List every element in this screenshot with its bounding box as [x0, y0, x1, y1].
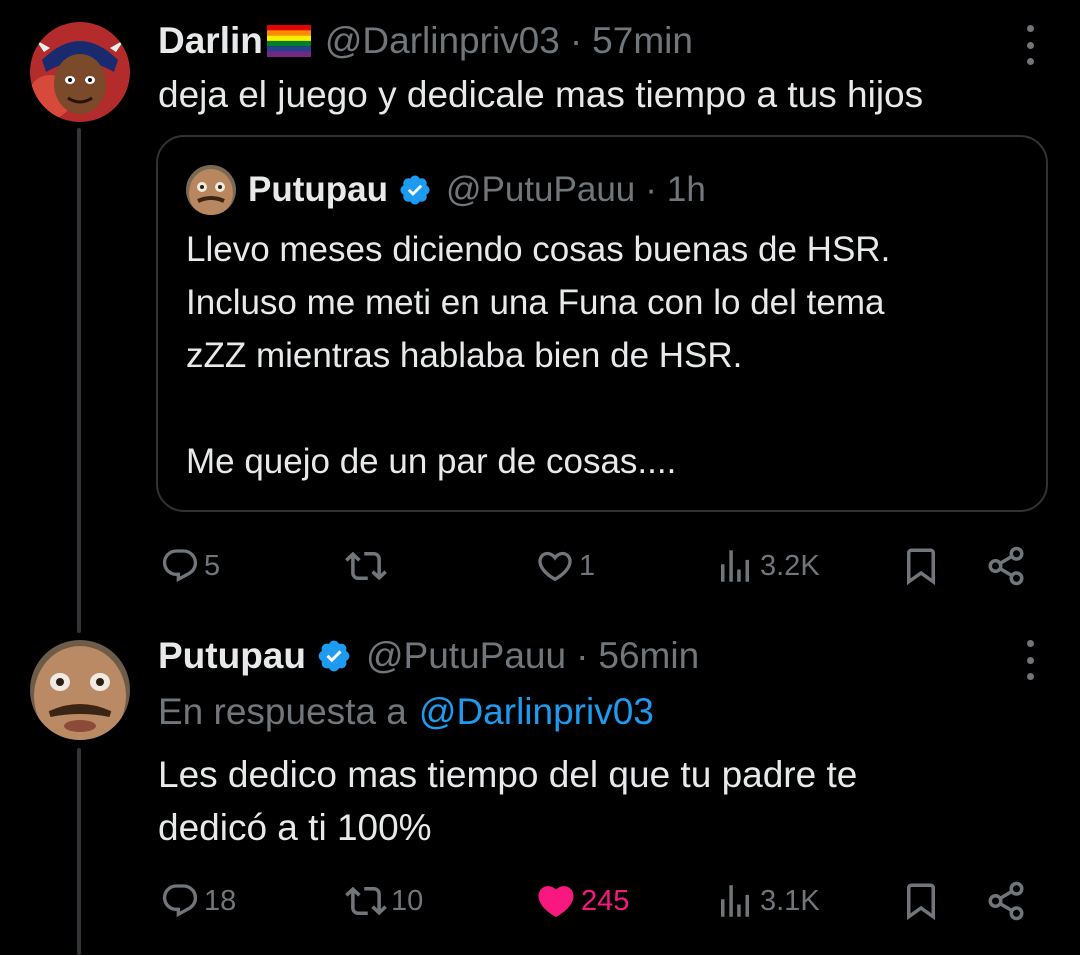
avatar-putupau[interactable] — [30, 640, 130, 740]
timestamp[interactable]: 56min — [598, 635, 699, 677]
more-icon[interactable] — [1020, 640, 1040, 680]
bookmark-icon — [907, 883, 935, 921]
reply-to-line: En respuesta a @Darlinpriv03 — [158, 688, 654, 736]
tweet-2-header: Putupau @PutuPauu · 56min — [158, 632, 699, 680]
rainbow-flag-icon — [266, 25, 311, 57]
reply-count: 5 — [204, 549, 221, 582]
like-count: 245 — [581, 884, 630, 917]
more-icon[interactable] — [1020, 25, 1040, 65]
share-button[interactable] — [985, 879, 1027, 923]
separator-dot: · — [576, 635, 589, 676]
verified-badge-icon — [316, 638, 352, 674]
heart-icon-filled — [538, 886, 574, 918]
timestamp[interactable]: 57min — [592, 20, 693, 62]
author-handle[interactable]: @Darlinpriv03 — [325, 20, 560, 62]
heart-icon — [538, 551, 572, 582]
thread-line-1 — [77, 128, 81, 633]
avatar-darlin[interactable] — [30, 22, 130, 122]
repost-button[interactable]: 10 — [345, 879, 423, 923]
tweet-2-text: Les dedico mas tiempo del que tu padre t… — [158, 754, 858, 848]
separator-dot: · — [645, 170, 657, 209]
quoted-header: Putupau @PutuPauu · 1h — [248, 166, 706, 214]
quoted-tweet-text: Llevo meses diciendo cosas buenas de HSR… — [186, 230, 891, 481]
tweet-1-header: Darlin @Darlinpriv03 · 57min — [158, 17, 693, 65]
repost-icon — [345, 886, 387, 916]
like-button[interactable]: 1 — [535, 544, 595, 588]
quoted-timestamp: 1h — [666, 170, 706, 209]
like-count: 1 — [579, 549, 596, 582]
views-icon — [721, 885, 749, 917]
reply-button[interactable]: 5 — [160, 544, 220, 588]
quoted-author-name: Putupau — [248, 170, 388, 209]
quoted-author-handle: @PutuPauu — [445, 170, 636, 209]
repost-count: 10 — [391, 884, 424, 917]
thread-line-2 — [77, 748, 81, 955]
quoted-tweet-card[interactable]: Putupau @PutuPauu · 1h Llevo meses dicie… — [156, 135, 1048, 512]
reply-icon — [162, 884, 198, 918]
author-handle[interactable]: @PutuPauu — [366, 635, 566, 677]
reply-to-label: En respuesta a — [158, 691, 407, 732]
author-name[interactable]: Darlin — [158, 20, 263, 62]
avatar-putupau-small — [186, 165, 236, 215]
views-button[interactable]: 3.2K — [714, 544, 820, 588]
repost-icon — [345, 551, 387, 581]
reply-to-handle-link[interactable]: @Darlinpriv03 — [419, 691, 654, 733]
separator-dot: · — [569, 20, 583, 61]
tweet-1-text: deja el juego y dedicale mas tiempo a tu… — [158, 74, 924, 115]
bookmark-icon — [907, 548, 935, 586]
reply-icon — [162, 549, 198, 583]
views-icon — [721, 550, 749, 582]
reply-count: 18 — [204, 884, 237, 917]
bookmark-button[interactable] — [900, 544, 942, 588]
verified-badge-icon — [398, 173, 432, 207]
like-button[interactable]: 245 — [535, 879, 629, 923]
share-icon — [988, 881, 1024, 921]
views-count: 3.2K — [760, 549, 820, 582]
bookmark-button[interactable] — [900, 879, 942, 923]
share-icon — [988, 546, 1024, 586]
share-button[interactable] — [985, 544, 1027, 588]
repost-button[interactable] — [345, 544, 391, 588]
author-name[interactable]: Putupau — [158, 635, 306, 677]
views-button[interactable]: 3.1K — [714, 879, 820, 923]
reply-button[interactable]: 18 — [160, 879, 236, 923]
views-count: 3.1K — [760, 884, 820, 917]
